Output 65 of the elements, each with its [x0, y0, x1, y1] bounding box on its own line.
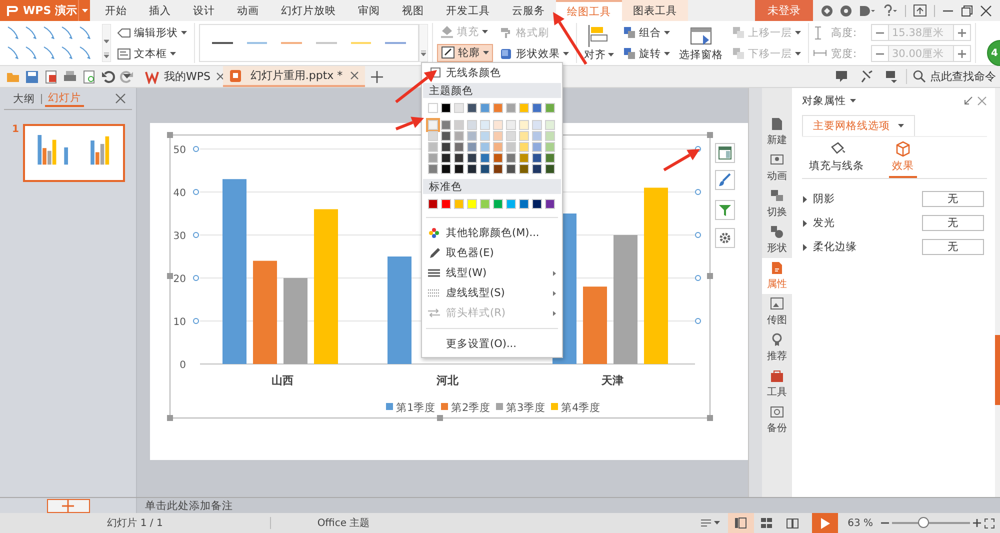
property-label: 发光 — [813, 216, 836, 230]
command-search[interactable]: 点此查找命令 — [906, 69, 1000, 84]
sidebar-item[interactable]: 推荐 — [762, 330, 792, 366]
axis-label: 30 — [173, 231, 186, 242]
legend-label: 第2季度 — [451, 402, 491, 414]
sidebar-item[interactable]: 切换 — [762, 186, 792, 222]
notes-placeholder[interactable]: 单击此处添加备注 — [145, 498, 233, 512]
property-value-button[interactable]: 无 — [922, 191, 984, 207]
slide-counter: 幻灯片 1 / 1 — [106, 516, 164, 530]
size-label: 宽度: — [831, 46, 858, 60]
ribbon-button[interactable]: 组合 — [620, 24, 673, 40]
menu-item[interactable]: 更多设置(O)... — [422, 334, 562, 354]
sidebar-item[interactable]: 工具 — [762, 366, 792, 402]
ribbon-button[interactable]: 轮廓 — [437, 44, 493, 62]
ribbon-tab[interactable]: 开发工具 — [435, 0, 501, 21]
ribbon-tab[interactable]: 设计 — [182, 0, 226, 21]
slide-number: 1 — [12, 124, 19, 135]
legend-label: 第1季度 — [396, 402, 436, 414]
ribbon-tab[interactable]: 开始 — [94, 0, 138, 21]
panel-tab[interactable]: 大纲 — [10, 92, 38, 106]
ribbon-tab[interactable]: 图表工具 — [622, 0, 688, 21]
panel-title[interactable]: 对象属性 — [802, 94, 856, 108]
document-tab[interactable]: 我的WPS — [139, 66, 223, 87]
axis-label: 50 — [173, 145, 186, 156]
menu-item[interactable]: 取色器(E) — [422, 243, 562, 263]
sidebar-item[interactable]: 新建 — [762, 114, 792, 150]
legend-label: 第3季度 — [506, 402, 546, 414]
menu-section-header: 主题颜色 — [423, 83, 561, 98]
ribbon-button[interactable]: 编辑形状 — [114, 24, 190, 40]
property-value-button[interactable]: 无 — [922, 215, 984, 231]
axis-label: 河北 — [436, 374, 458, 387]
axis-label: 10 — [173, 317, 186, 328]
theme-name: Office 主题 — [316, 516, 371, 530]
panel-tab[interactable]: 填充与线条 — [806, 141, 867, 178]
ribbon-tab[interactable]: 云服务 — [501, 0, 556, 21]
ribbon-button[interactable]: 选择窗格 — [676, 24, 726, 62]
axis-label: 0 — [180, 360, 186, 371]
axis-label: 山西 — [272, 374, 294, 387]
menu-item[interactable]: 虚线线型(S) — [422, 283, 562, 303]
sidebar-item[interactable]: 形状 — [762, 222, 792, 258]
ribbon-tab[interactable]: 动画 — [226, 0, 270, 21]
axis-label: 20 — [173, 274, 186, 285]
ribbon-button[interactable]: 旋转 — [620, 46, 673, 62]
property-label: 柔化边缘 — [813, 240, 858, 254]
menu-section-header: 标准色 — [423, 179, 561, 194]
ribbon-button[interactable]: 形状效果 — [496, 46, 572, 62]
property-value-button[interactable]: 无 — [922, 239, 984, 255]
axis-label: 天津 — [602, 374, 624, 387]
document-tab[interactable]: 幻灯片重用.pptx * — [223, 66, 365, 87]
axis-label: 40 — [173, 188, 186, 199]
property-label: 阴影 — [813, 192, 836, 206]
sidebar-item[interactable]: 动画 — [762, 150, 792, 186]
menu-item[interactable]: 线型(W) — [422, 263, 562, 283]
menu-item[interactable]: 其他轮廓颜色(M)... — [422, 223, 562, 243]
size-label: 高度: — [831, 26, 858, 40]
ribbon-button[interactable]: 对齐 — [581, 24, 617, 62]
ribbon-button[interactable]: 文本框 — [114, 46, 190, 62]
ribbon-tab[interactable]: 审阅 — [347, 0, 391, 21]
ribbon-tab[interactable]: 幻灯片放映 — [270, 0, 347, 21]
ribbon-tab[interactable]: 视图 — [391, 0, 435, 21]
legend-label: 第4季度 — [561, 402, 601, 414]
ribbon-tab[interactable]: 插入 — [138, 0, 182, 21]
sidebar-item[interactable]: 传图 — [762, 294, 792, 330]
sidebar-item[interactable]: 备份 — [762, 402, 792, 438]
zoom-level: 63 % — [848, 518, 873, 528]
